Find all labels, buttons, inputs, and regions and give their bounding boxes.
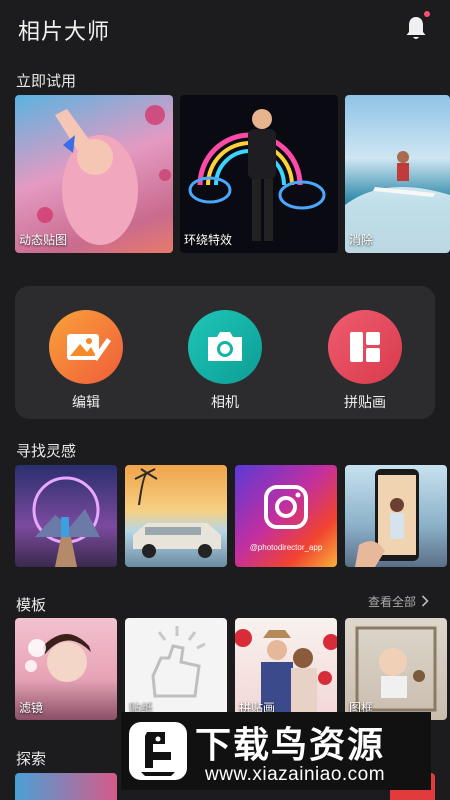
view-all-link[interactable]: 查看全部	[368, 593, 429, 610]
watermark-url: www.xiazainiao.com	[205, 764, 386, 785]
bird-logo-icon	[141, 732, 175, 776]
tool-label: 相机	[211, 394, 239, 410]
tool-label: 拼贴画	[344, 394, 386, 410]
template-card-filter[interactable]: 滤镜	[15, 618, 117, 720]
try-card-animated-sticker[interactable]: 动态贴图	[15, 95, 173, 253]
photo-edit-icon	[67, 334, 111, 361]
try-card-remove[interactable]: 消除	[345, 95, 450, 253]
section-title-explore: 探索	[16, 751, 47, 768]
edit-tool-circle	[49, 310, 123, 384]
tool-label: 编辑	[72, 394, 100, 410]
card-label: 环绕特效	[184, 233, 233, 247]
inspiration-thumbnail	[32, 476, 100, 567]
collage-tool-circle	[328, 310, 402, 384]
section-title-templates: 模板	[16, 597, 47, 614]
camera-icon	[208, 332, 242, 361]
top-bar: 相片大师	[0, 0, 450, 58]
bell-icon[interactable]	[404, 14, 428, 42]
view-all-label: 查看全部	[368, 595, 417, 609]
section-title-inspiration: 寻找灵感	[16, 443, 77, 460]
inspiration-card[interactable]	[345, 465, 447, 567]
inspiration-card-instagram[interactable]: @photodirector_app	[235, 465, 337, 567]
template-card-collage[interactable]: 拼贴画	[235, 618, 337, 720]
explore-card[interactable]	[15, 773, 117, 800]
tool-collage[interactable]: 拼贴画	[325, 310, 405, 410]
section-title-try-now: 立即试用	[16, 73, 77, 90]
chevron-right-icon	[422, 595, 429, 607]
template-card-frame[interactable]: 图框	[345, 618, 447, 720]
notification-dot	[424, 11, 430, 17]
collage-icon	[350, 332, 380, 362]
animated-sticker-thumbnail	[37, 105, 171, 245]
app-title: 相片大师	[18, 19, 111, 44]
surround-effect-thumbnail	[188, 109, 326, 241]
watermark-logo	[129, 722, 187, 780]
template-label: 滤镜	[19, 701, 44, 715]
inspiration-thumbnail	[355, 469, 419, 567]
try-card-surround-effect[interactable]: 环绕特效	[180, 95, 338, 253]
tool-camera[interactable]: 相机	[185, 310, 265, 410]
watermark-banner: 下载鸟资源 www.xiazainiao.com	[121, 712, 431, 790]
card-label: 消除	[349, 233, 374, 247]
inspiration-card[interactable]	[125, 465, 227, 567]
template-card-sticker[interactable]: 贴纸	[125, 618, 227, 720]
card-label: 动态贴图	[19, 233, 68, 247]
inspiration-thumbnail	[133, 468, 221, 558]
tools-panel: 编辑 相机 拼贴画	[15, 286, 435, 419]
remove-thumbnail	[345, 151, 450, 253]
watermark-title: 下载鸟资源	[195, 724, 386, 765]
camera-tool-circle	[188, 310, 262, 384]
tool-edit[interactable]: 编辑	[46, 310, 126, 410]
instagram-handle: @photodirector_app	[249, 543, 323, 552]
inspiration-card[interactable]	[15, 465, 117, 567]
